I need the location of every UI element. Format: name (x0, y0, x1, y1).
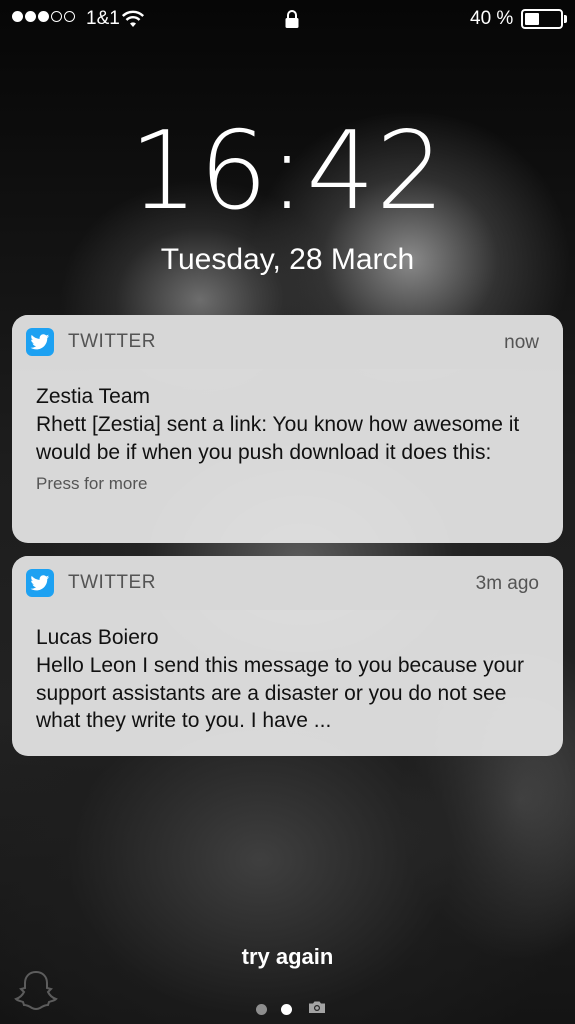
notification-text: Rhett [Zestia] sent a link: You know how… (36, 413, 520, 464)
signal-dot (64, 11, 75, 22)
notification-time: 3m ago (475, 573, 539, 594)
snapchat-icon[interactable] (12, 968, 60, 1017)
notification-title: Zestia Team (36, 385, 150, 408)
lock-date: Tuesday, 28 March (160, 243, 415, 276)
status-bar: 1&1 40 % (0, 0, 575, 40)
battery-nub (564, 15, 567, 23)
notification-text: Hello Leon I send this message to you be… (36, 654, 524, 732)
notification-app-name: TWITTER (68, 572, 156, 593)
battery-percent: 40 % (470, 8, 514, 29)
notification-time: now (504, 332, 539, 353)
page-dot[interactable] (256, 1004, 267, 1015)
notification-card[interactable]: TWITTER 3m ago Lucas Boiero Hello Leon I… (12, 556, 563, 756)
unlock-message: try again (241, 944, 334, 969)
page-indicator[interactable] (256, 1000, 326, 1019)
notification-title: Lucas Boiero (36, 626, 159, 649)
signal-dot (12, 11, 23, 22)
notification-body: Zestia Team Rhett [Zestia] sent a link: … (12, 369, 563, 494)
notification-header: TWITTER now (12, 315, 563, 369)
notification-body: Lucas Boiero Hello Leon I send this mess… (12, 610, 563, 735)
twitter-icon (26, 569, 54, 597)
lock-time: 16:42 (129, 109, 446, 234)
lock-screen: 1&1 40 % 16:42 Tuesday, 28 March TWITTER… (0, 0, 575, 1024)
carrier-name: 1&1 (86, 8, 120, 29)
battery-level (525, 13, 539, 25)
notification-card[interactable]: TWITTER now Zestia Team Rhett [Zestia] s… (12, 315, 563, 543)
signal-dot (38, 11, 49, 22)
twitter-icon (26, 328, 54, 356)
lock-icon (284, 9, 300, 35)
signal-strength (12, 11, 75, 22)
notification-header: TWITTER 3m ago (12, 556, 563, 610)
signal-dot (51, 11, 62, 22)
camera-icon[interactable] (308, 1000, 326, 1019)
wifi-icon (121, 9, 145, 35)
signal-dot (25, 11, 36, 22)
page-dot-active[interactable] (281, 1004, 292, 1015)
notification-app-name: TWITTER (68, 331, 156, 352)
press-for-more-hint: Press for more (36, 474, 148, 493)
battery-icon (521, 9, 563, 29)
